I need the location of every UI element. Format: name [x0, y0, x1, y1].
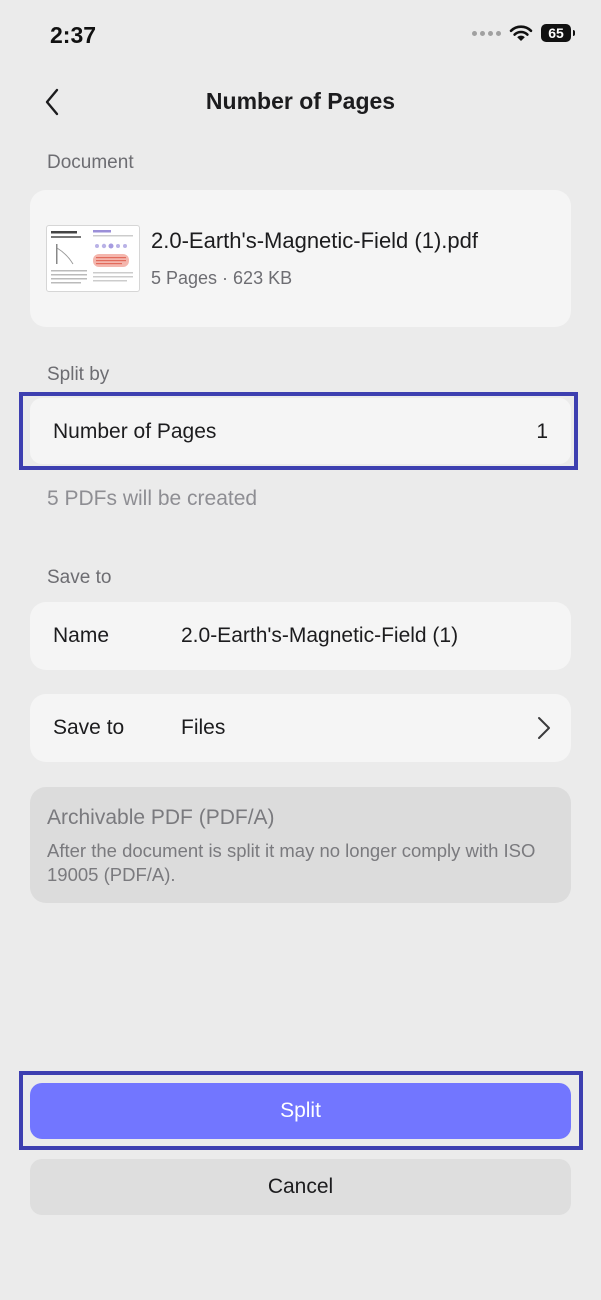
name-label: Name [53, 624, 110, 647]
document-file-name: 2.0-Earth's-Magnetic-Field (1).pdf [151, 228, 478, 253]
cancel-button[interactable]: Cancel [30, 1159, 571, 1215]
split-by-option-value: 1 [536, 420, 548, 443]
pdf-page-preview-icon [51, 230, 133, 284]
document-card: 2.0-Earth's-Magnetic-Field (1).pdf 5 Pag… [30, 190, 571, 327]
save-location-label: Save to [53, 716, 125, 739]
split-button[interactable]: Split [30, 1083, 571, 1139]
battery-level: 65 [548, 25, 564, 41]
archivable-pdf-option: Archivable PDF (PDF/A) After the documen… [30, 787, 571, 903]
archivable-pdf-title: Archivable PDF (PDF/A) [47, 806, 275, 829]
save-location-value: Files [181, 716, 226, 739]
page-title: Number of Pages [205, 88, 396, 114]
navigation-bar: Number of Pages [0, 72, 601, 132]
pdf-count-text: 5 PDFs will be created [47, 487, 258, 510]
status-indicators: 65 [472, 24, 575, 42]
status-time: 2:37 [50, 22, 97, 48]
document-meta: 5 Pages · 623 KB [151, 268, 293, 288]
chevron-right-icon [538, 717, 550, 739]
wifi-icon [509, 25, 533, 41]
name-row[interactable]: Name 2.0-Earth's-Magnetic-Field (1) [30, 602, 571, 670]
document-section-label: Document [47, 152, 134, 173]
split-by-option-row[interactable]: Number of Pages 1 [30, 398, 571, 464]
cellular-signal-icon [472, 30, 501, 36]
save-to-section-label: Save to [47, 567, 112, 588]
split-by-section-label: Split by [47, 364, 110, 385]
archivable-pdf-description: After the document is split it may no lo… [47, 840, 536, 885]
name-value: 2.0-Earth's-Magnetic-Field (1) [181, 624, 459, 647]
split-by-option-label: Number of Pages [53, 420, 217, 443]
save-location-row[interactable]: Save to Files [30, 694, 571, 762]
status-bar: 2:37 65 [0, 0, 601, 72]
battery-icon: 65 [541, 24, 575, 42]
pdf-thumbnail [46, 225, 140, 292]
